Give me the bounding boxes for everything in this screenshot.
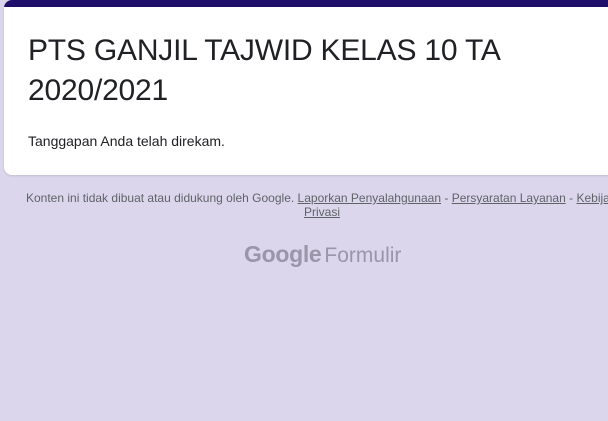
google-wordmark: Google: [244, 241, 322, 267]
footer-disclaimer: Konten ini tidak dibuat atau didukung ol…: [26, 191, 608, 205]
terms-of-service-link[interactable]: Persyaratan Layanan: [452, 191, 566, 205]
footer-disclaimer-line2: Privasi: [304, 205, 340, 219]
forms-wordmark: Formulir: [324, 244, 402, 267]
google-forms-logo[interactable]: Google Formulir: [244, 240, 401, 270]
form-title: PTS GANJIL TAJWID KELAS 10 TA 2020/2021: [28, 34, 500, 107]
response-confirmation: Tanggapan Anda telah direkam.: [28, 133, 225, 149]
separator: -: [444, 191, 449, 205]
form-card: PTS GANJIL TAJWID KELAS 10 TA 2020/2021 …: [4, 0, 608, 175]
report-abuse-link[interactable]: Laporkan Penyalahgunaan: [298, 191, 441, 205]
form-accent-bar: [4, 0, 608, 7]
privacy-policy-link-continued[interactable]: Privasi: [304, 205, 340, 219]
privacy-policy-link[interactable]: Kebijakan: [576, 191, 608, 205]
disclaimer-text: Konten ini tidak dibuat atau didukung ol…: [26, 191, 295, 205]
separator: -: [569, 191, 574, 205]
